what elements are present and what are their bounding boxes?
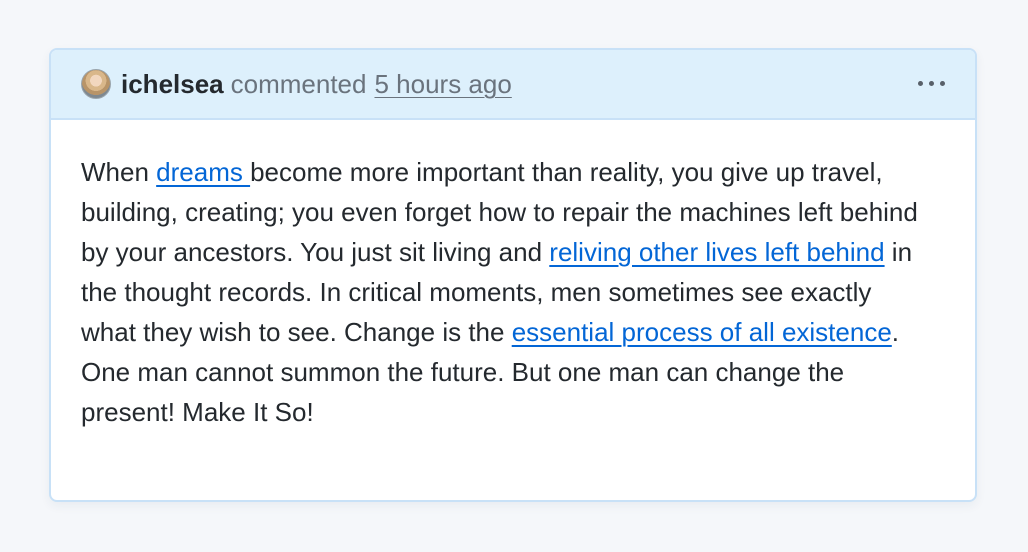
comment-body: When dreams become more important than r… bbox=[51, 120, 975, 432]
avatar[interactable] bbox=[81, 69, 111, 99]
comment-header: ichelsea commented 5 hours ago bbox=[51, 50, 975, 120]
ellipsis-horizontal-icon bbox=[917, 80, 945, 86]
comment-card: ichelsea commented 5 hours ago When drea… bbox=[49, 48, 977, 502]
comment-text: When dreams become more important than r… bbox=[81, 152, 925, 432]
dreams-link[interactable]: dreams bbox=[156, 157, 250, 187]
essential-process-link[interactable]: essential process of all existence bbox=[512, 317, 892, 347]
comment-author[interactable]: ichelsea bbox=[121, 69, 224, 100]
comment-text-segment: When bbox=[81, 157, 157, 187]
comment-timestamp-link[interactable]: 5 hours ago bbox=[374, 69, 511, 100]
reliving-other-lives-link[interactable]: reliving other lives left behind bbox=[549, 237, 884, 267]
comment-action-text: commented bbox=[230, 68, 367, 99]
more-options-button[interactable] bbox=[911, 69, 951, 97]
